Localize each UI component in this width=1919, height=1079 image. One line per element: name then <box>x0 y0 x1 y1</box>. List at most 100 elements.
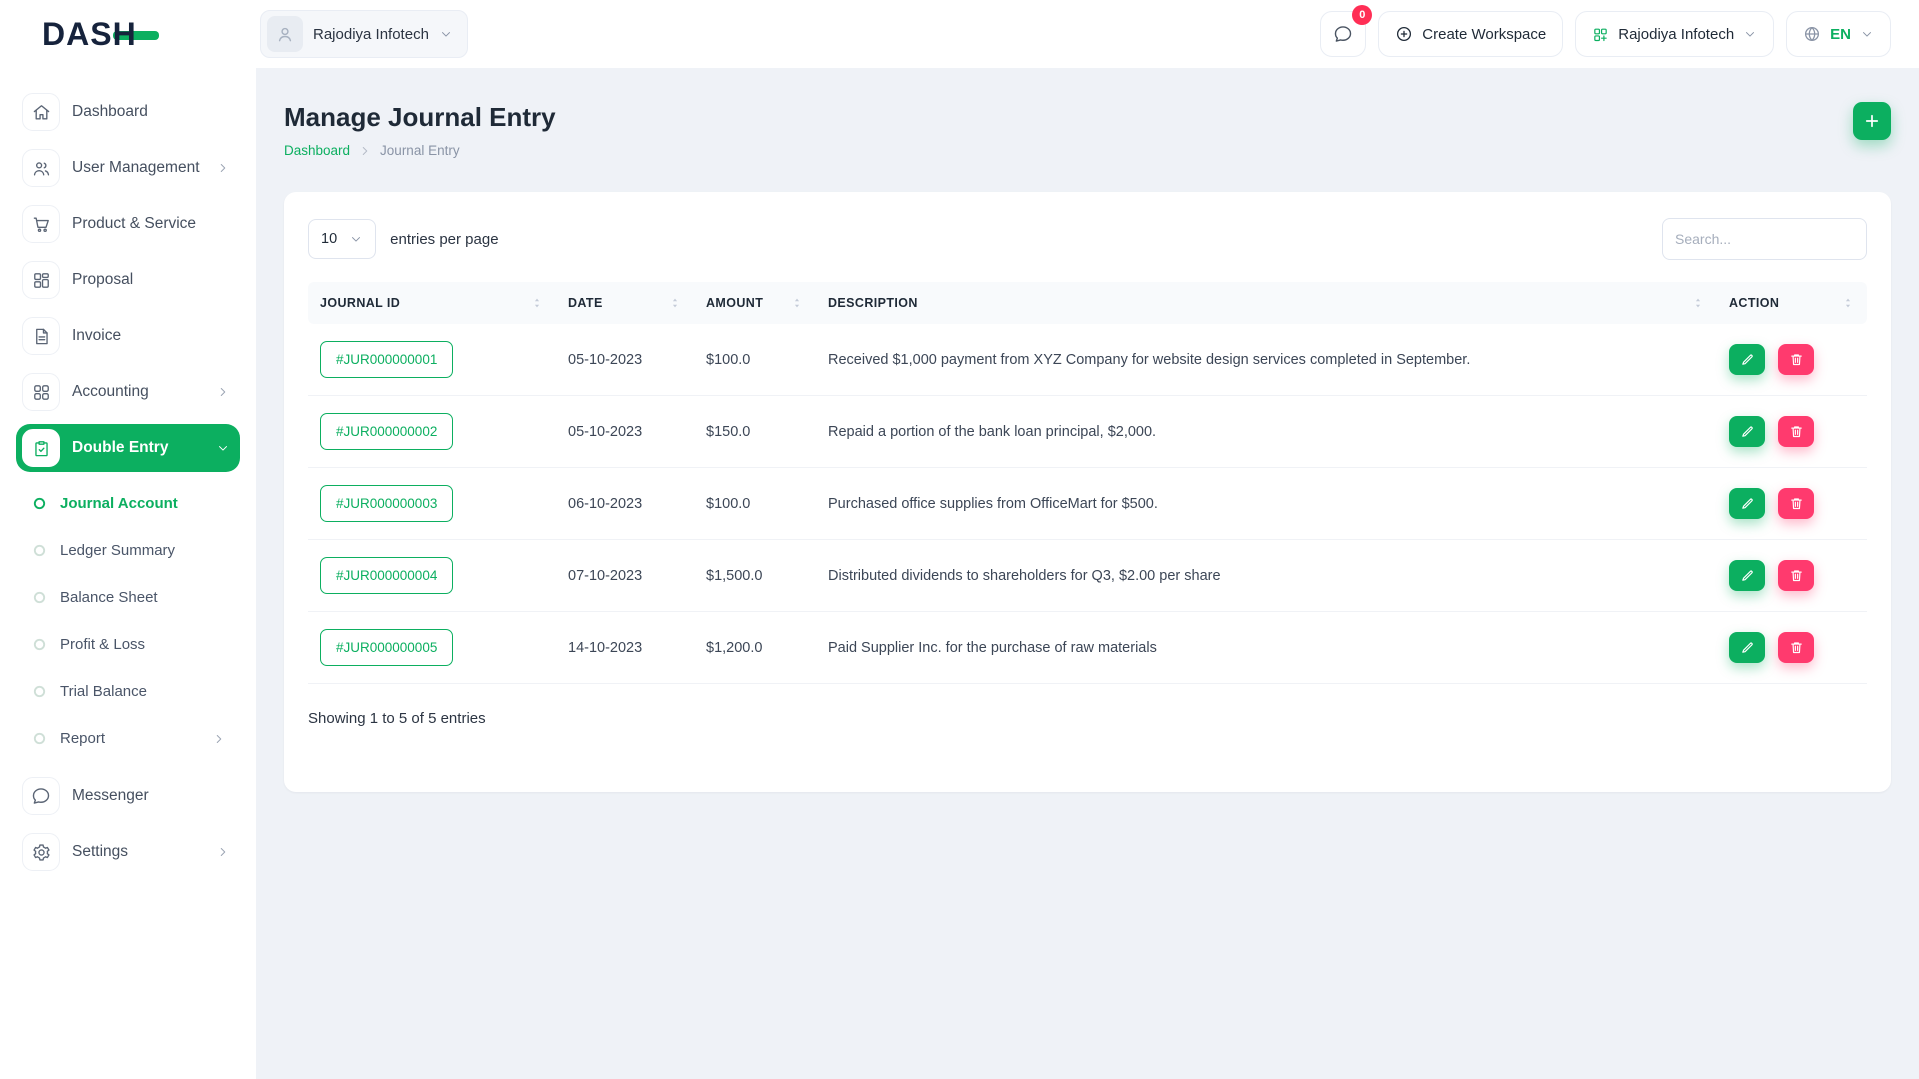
description-cell: Paid Supplier Inc. for the purchase of r… <box>816 611 1717 684</box>
column-label: ACTION <box>1729 296 1780 310</box>
chat-icon <box>1333 24 1353 44</box>
chevron-down-icon <box>216 441 230 455</box>
date-cell: 07-10-2023 <box>556 539 694 612</box>
company-menu-button[interactable]: Rajodiya Infotech <box>1575 11 1775 57</box>
description-cell: Purchased office supplies from OfficeMar… <box>816 467 1717 540</box>
bullet-icon <box>32 543 47 558</box>
edit-button[interactable] <box>1729 344 1765 375</box>
sidebar-item-accounting[interactable]: Accounting <box>16 368 240 416</box>
sidebar-subitem-trial-balance[interactable]: Trial Balance <box>16 668 240 715</box>
description-cell: Distributed dividends to shareholders fo… <box>816 539 1717 612</box>
sidebar-item-proposal[interactable]: Proposal <box>16 256 240 304</box>
journal-entries-table: JOURNAL ID DATE AMOUNT DESCRIPTION ACTION #J… <box>308 282 1867 684</box>
sidebar-item-user-management[interactable]: User Management <box>16 144 240 192</box>
chevron-right-icon <box>216 385 230 399</box>
sort-icon[interactable] <box>1691 296 1705 310</box>
sidebar-subitem-profit-loss[interactable]: Profit & Loss <box>16 621 240 668</box>
chat-icon <box>22 777 60 815</box>
messages-badge: 0 <box>1352 5 1373 25</box>
delete-button[interactable] <box>1778 560 1815 591</box>
date-cell: 06-10-2023 <box>556 467 694 540</box>
page-header: Manage Journal Entry Dashboard Journal E… <box>284 102 1891 158</box>
sidebar-item-label: Product & Service <box>72 215 197 232</box>
create-workspace-button[interactable]: Create Workspace <box>1378 11 1564 57</box>
entries-per-page-value: 10 <box>321 231 338 247</box>
sidebar-item-label: User Management <box>72 159 200 176</box>
sidebar-item-label: Dashboard <box>72 103 148 120</box>
bullet-icon <box>32 637 47 652</box>
journal-id-pill[interactable]: #JUR000000001 <box>320 341 454 378</box>
column-header-date[interactable]: DATE <box>556 282 694 324</box>
chevron-right-icon <box>212 732 226 746</box>
column-header-journal-id[interactable]: JOURNAL ID <box>308 282 556 324</box>
sidebar-subitem-label: Trial Balance <box>60 683 147 700</box>
delete-button[interactable] <box>1778 488 1815 519</box>
breadcrumb-dashboard-link[interactable]: Dashboard <box>284 143 350 158</box>
plus-icon <box>1863 112 1881 130</box>
description-cell: Repaid a portion of the bank loan princi… <box>816 395 1717 468</box>
entries-per-page-label: entries per page <box>390 230 499 248</box>
search-input[interactable] <box>1662 218 1867 260</box>
chevron-right-icon <box>216 845 230 859</box>
delete-button[interactable] <box>1778 416 1815 447</box>
column-label: AMOUNT <box>706 296 764 310</box>
sort-icon[interactable] <box>668 296 682 310</box>
sidebar-item-invoice[interactable]: Invoice <box>16 312 240 360</box>
layout-icon <box>22 261 60 299</box>
journal-id-pill[interactable]: #JUR000000005 <box>320 629 454 666</box>
column-header-action[interactable]: ACTION <box>1717 282 1867 324</box>
sidebar-item-label: Proposal <box>72 271 134 288</box>
breadcrumb-current: Journal Entry <box>380 143 460 158</box>
edit-button[interactable] <box>1729 632 1765 663</box>
sidebar-item-settings[interactable]: Settings <box>16 828 240 876</box>
sidebar-subitem-report[interactable]: Report <box>16 715 240 762</box>
chevron-down-icon <box>349 232 363 246</box>
sidebar-item-label: Accounting <box>72 383 149 400</box>
delete-button[interactable] <box>1778 344 1815 375</box>
sort-icon[interactable] <box>530 296 544 310</box>
sidebar: Dashboard User Management Product & Serv… <box>0 68 256 1079</box>
delete-button[interactable] <box>1778 632 1815 663</box>
sidebar-subitem-label: Journal Account <box>60 495 178 512</box>
table-row: #JUR000000004 07-10-2023 $1,500.0 Distri… <box>308 539 1867 612</box>
sidebar-item-product-service[interactable]: Product & Service <box>16 200 240 248</box>
column-header-amount[interactable]: AMOUNT <box>694 282 816 324</box>
sidebar-subitem-label: Profit & Loss <box>60 636 146 653</box>
chevron-down-icon <box>1743 27 1757 41</box>
sort-icon[interactable] <box>1841 296 1855 310</box>
language-selector[interactable]: EN <box>1786 11 1891 57</box>
journal-table-card: 10 entries per page JOURNAL ID DATE AMOUNT… <box>284 192 1891 792</box>
entries-per-page-select[interactable]: 10 <box>308 219 377 259</box>
journal-id-pill[interactable]: #JUR000000002 <box>320 413 454 450</box>
column-header-description[interactable]: DESCRIPTION <box>816 282 1717 324</box>
edit-button[interactable] <box>1729 560 1765 591</box>
app-logo[interactable]: DASH <box>0 16 256 53</box>
sidebar-item-dashboard[interactable]: Dashboard <box>16 88 240 136</box>
users-icon <box>22 149 60 187</box>
user-icon <box>267 16 303 52</box>
table-row: #JUR000000001 05-10-2023 $100.0 Received… <box>308 324 1867 396</box>
table-footer-status: Showing 1 to 5 of 5 entries <box>308 710 486 727</box>
home-icon <box>22 93 60 131</box>
table-row: #JUR000000003 06-10-2023 $100.0 Purchase… <box>308 467 1867 540</box>
sidebar-subitem-label: Report <box>60 730 106 747</box>
bullet-icon <box>32 731 47 746</box>
sidebar-subitem-ledger-summary[interactable]: Ledger Summary <box>16 527 240 574</box>
sidebar-item-messenger[interactable]: Messenger <box>16 772 240 820</box>
bullet-icon <box>32 590 47 605</box>
table-row: #JUR000000005 14-10-2023 $1,200.0 Paid S… <box>308 611 1867 684</box>
journal-id-pill[interactable]: #JUR000000004 <box>320 557 454 594</box>
add-journal-entry-button[interactable] <box>1853 102 1891 140</box>
sidebar-item-double-entry[interactable]: Double Entry <box>16 424 240 472</box>
workspace-icon <box>1592 26 1609 43</box>
sidebar-subitem-balance-sheet[interactable]: Balance Sheet <box>16 574 240 621</box>
chevron-down-icon <box>1860 27 1874 41</box>
edit-button[interactable] <box>1729 416 1765 447</box>
edit-button[interactable] <box>1729 488 1765 519</box>
journal-id-pill[interactable]: #JUR000000003 <box>320 485 454 522</box>
messages-button[interactable]: 0 <box>1320 5 1373 57</box>
sidebar-subitem-journal-account[interactable]: Journal Account <box>16 480 240 527</box>
workspace-selector[interactable]: Rajodiya Infotech <box>260 10 468 58</box>
sort-icon[interactable] <box>790 296 804 310</box>
amount-cell: $150.0 <box>694 395 816 468</box>
